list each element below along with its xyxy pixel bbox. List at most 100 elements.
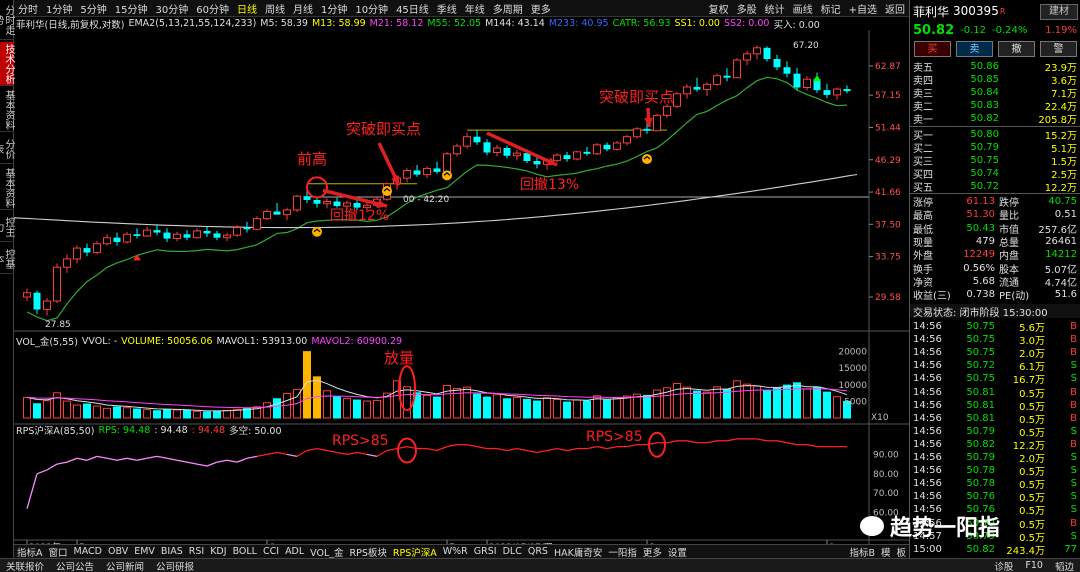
indicator-tab-20[interactable]: 更多 xyxy=(640,545,665,559)
period-tab-13[interactable]: 年线 xyxy=(461,1,489,16)
period-tab-6[interactable]: 日线 xyxy=(233,1,261,16)
indicator-tab-2[interactable]: MACD xyxy=(71,546,105,557)
tick-price: 50.81 xyxy=(966,386,995,398)
kline-chart[interactable]: 62.87 57.15 51.44 46.29 41.66 37.50 33.75 29.58… xyxy=(14,30,909,544)
toolbar-btn-1[interactable]: 多股 xyxy=(733,1,761,16)
candle-body xyxy=(53,266,61,302)
trade-status-text: 交易状态: 闭市阶段 15:30:00 xyxy=(913,307,1048,319)
period-tab-14[interactable]: 多周期 xyxy=(489,1,527,16)
indicator-tab-5[interactable]: BIAS xyxy=(158,546,186,557)
side-tab-fenjia[interactable]: 分价表 xyxy=(0,134,14,164)
side-tab-basic[interactable]: 基本资料 xyxy=(0,88,14,132)
indicator-tab-4[interactable]: EMV xyxy=(131,546,158,557)
volume-bar xyxy=(433,396,441,419)
indicator-tab-12[interactable]: RPS板块 xyxy=(347,545,390,559)
alert-button[interactable]: 警 xyxy=(1040,41,1077,57)
tick-price: 50.75 xyxy=(966,347,995,359)
toolbar-btn-0[interactable]: 复权 xyxy=(705,1,733,16)
period-tab-9[interactable]: 1分钟 xyxy=(317,1,351,16)
sector-button[interactable]: 建材 xyxy=(1040,4,1078,20)
candle-body xyxy=(453,145,461,155)
buy-label: 买五 xyxy=(913,183,933,194)
price-row: 50.82 -0.12 -0.24% 1.19% xyxy=(910,22,1080,38)
status-link-0[interactable]: 关联报价 xyxy=(0,559,50,572)
tick-price: 50.75 xyxy=(966,334,995,346)
status-right-0[interactable]: 诊股 xyxy=(988,559,1019,572)
indicator-tab-21[interactable]: 设置 xyxy=(665,545,690,559)
rps-segment xyxy=(806,444,818,448)
volume-bar xyxy=(723,388,731,419)
indicator-tab-8[interactable]: BOLL xyxy=(230,546,260,557)
indicator-tab-9[interactable]: CCI xyxy=(260,546,282,557)
rps-segment xyxy=(516,447,528,452)
indicator-tab-6[interactable]: RSI xyxy=(186,546,207,557)
side-tab-kongzhuli[interactable]: 控主力 xyxy=(0,212,14,242)
indicator-tab-17[interactable]: QRS xyxy=(525,546,551,557)
period-tab-5[interactable]: 60分钟 xyxy=(192,1,233,16)
indicator-tab-3[interactable]: OBV xyxy=(105,546,131,557)
indicator-tab-1[interactable]: 窗口 xyxy=(46,545,71,559)
status-link-1[interactable]: 公司公告 xyxy=(50,559,100,572)
period-tab-1[interactable]: 1分钟 xyxy=(42,1,76,16)
buy-button[interactable]: 买 xyxy=(914,41,951,57)
indicator-tab-14[interactable]: W%R xyxy=(440,546,471,557)
period-tab-7[interactable]: 周线 xyxy=(261,1,289,16)
period-tab-8[interactable]: 月线 xyxy=(289,1,317,16)
label-breakout-2: 突破即买点 xyxy=(599,88,674,106)
cancel-button[interactable]: 撤 xyxy=(998,41,1035,57)
volume-bar xyxy=(753,385,761,419)
side-tab-kongjiben[interactable]: 控基本 xyxy=(0,244,14,274)
period-tab-10[interactable]: 10分钟 xyxy=(351,1,392,16)
indicator-tab-0[interactable]: 指标A xyxy=(14,545,46,559)
status-link-2[interactable]: 公司新闻 xyxy=(100,559,150,572)
sell-price: 50.84 xyxy=(970,87,999,98)
rps-segment xyxy=(756,438,768,442)
side-tab-fenshi[interactable]: 分时走势 xyxy=(0,0,14,40)
period-tab-4[interactable]: 30分钟 xyxy=(151,1,192,16)
tick-row: 14:56 50.75 3.0万 B xyxy=(910,333,1080,347)
ma-stock-name: 菲利华(日线,前复权,对数) xyxy=(16,19,125,31)
indicator-tab-18[interactable]: HAK庸奇安 xyxy=(551,545,605,559)
period-tab-2[interactable]: 5分钟 xyxy=(76,1,110,16)
indicator-tab-15[interactable]: GRSI xyxy=(471,546,500,557)
indicator-tab-19[interactable]: 一阳指 xyxy=(605,545,640,559)
rps-segment xyxy=(786,442,798,446)
candle-body xyxy=(163,232,171,239)
tick-side: S xyxy=(1070,465,1077,477)
volume-bar xyxy=(193,410,201,419)
toolbar-btn-6[interactable]: 返回 xyxy=(881,1,909,16)
sell-row[interactable]: 卖一 50.82 205.8万 xyxy=(910,112,1080,126)
indicator-tab-7[interactable]: KDJ xyxy=(207,546,229,557)
indicator-tab-10[interactable]: ADL xyxy=(282,546,307,557)
toolbar-btn-2[interactable]: 统计 xyxy=(761,1,789,16)
indicator-right-1[interactable]: 模 xyxy=(878,545,894,559)
buy-row[interactable]: 买五 50.72 12.2万 xyxy=(910,180,1080,194)
tick-time: 14:56 xyxy=(913,399,942,411)
status-link-3[interactable]: 公司研报 xyxy=(150,559,200,572)
period-tab-3[interactable]: 15分钟 xyxy=(111,1,152,16)
indicator-right-2[interactable]: 板 xyxy=(893,545,909,559)
stat-value: 0.56% xyxy=(963,262,995,274)
indicator-tab-13[interactable]: RPS沪深A xyxy=(390,545,440,559)
indicator-tab-11[interactable]: VOL_金 xyxy=(307,545,346,559)
candle-body xyxy=(313,199,321,204)
tick-time: 14:56 xyxy=(913,347,942,359)
period-tab-11[interactable]: 45日线 xyxy=(392,1,433,16)
status-right-1[interactable]: F10 xyxy=(1019,560,1049,571)
tick-time: 14:56 xyxy=(913,438,942,450)
side-tab-basic2[interactable]: 基本资料 xyxy=(0,166,14,210)
side-tab-tech[interactable]: 技术分析 xyxy=(0,42,14,86)
indicator-right-0[interactable]: 指标B xyxy=(846,545,878,559)
candle-body xyxy=(223,234,231,239)
toolbar-btn-3[interactable]: 画线 xyxy=(789,1,817,16)
period-tab-12[interactable]: 季线 xyxy=(433,1,461,16)
sell-button[interactable]: 卖 xyxy=(956,41,993,57)
period-tab-0[interactable]: 分时 xyxy=(14,1,42,16)
volume-bar xyxy=(203,411,211,419)
toolbar-btn-4[interactable]: 标记 xyxy=(817,1,845,16)
indicator-tab-16[interactable]: DLC xyxy=(500,546,525,557)
period-tab-15[interactable]: 更多 xyxy=(527,1,555,16)
candle-body xyxy=(203,230,211,234)
status-right-2[interactable]: 韬边 xyxy=(1049,559,1080,572)
toolbar-btn-5[interactable]: +自选 xyxy=(845,1,881,16)
